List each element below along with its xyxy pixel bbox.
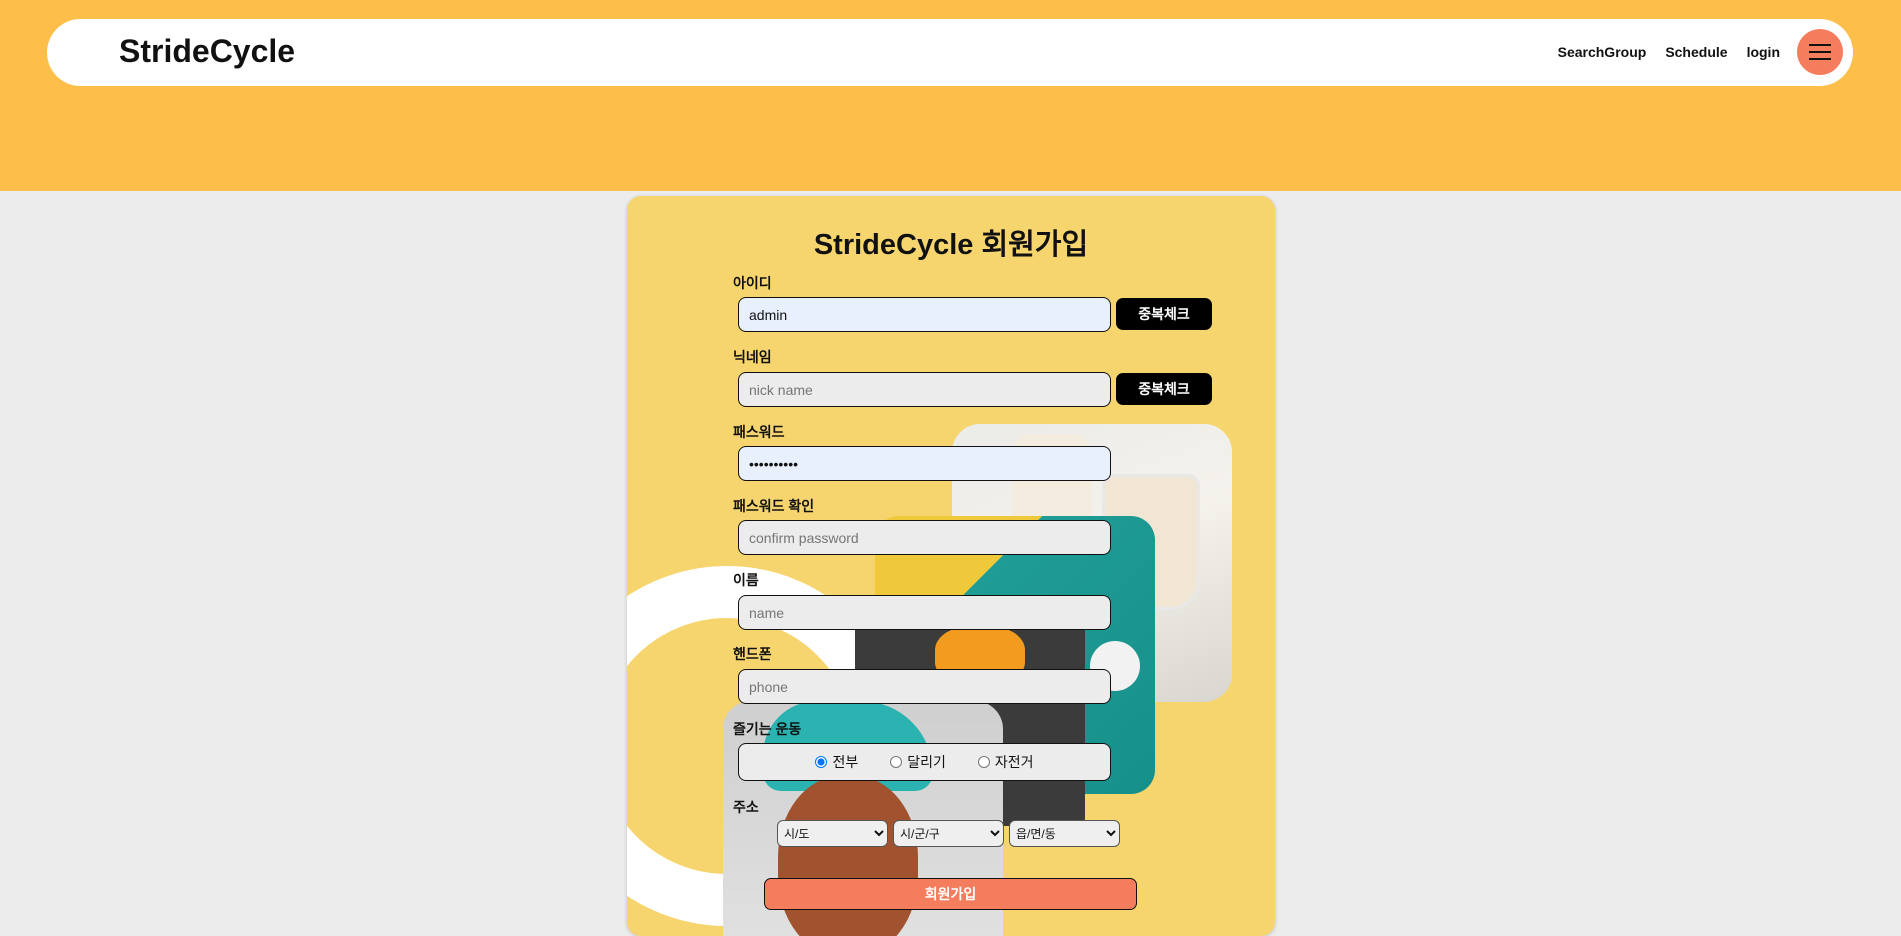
navbar: StrideCycle SearchGroup Schedule login: [47, 19, 1853, 86]
form-title: StrideCycle 회원가입: [813, 229, 1089, 261]
address-selects: 시/도 시/군/구 읍/면/동: [777, 820, 1120, 847]
phone-input[interactable]: [738, 669, 1111, 704]
hamburger-icon: [1809, 44, 1831, 60]
address-label: 주소: [733, 799, 759, 815]
menu-button[interactable]: [1797, 29, 1843, 75]
district-select[interactable]: 읍/면/동: [1009, 820, 1120, 847]
radio-cycling[interactable]: 자전거: [977, 752, 1034, 772]
radio-running-input[interactable]: [890, 756, 903, 768]
id-input[interactable]: [738, 297, 1111, 332]
name-label: 이름: [733, 572, 759, 588]
nickname-input[interactable]: [738, 372, 1111, 407]
nickname-dup-check-button[interactable]: 중복체크: [1116, 373, 1212, 405]
password-input[interactable]: [738, 446, 1111, 481]
radio-running[interactable]: 달리기: [890, 752, 946, 772]
nickname-label: 닉네임: [733, 349, 772, 365]
sport-radio-group: 전부 달리기 자전거: [738, 743, 1111, 781]
password-label: 패스워드: [733, 424, 785, 440]
province-select[interactable]: 시/도: [777, 820, 888, 847]
confirm-password-label: 패스워드 확인: [733, 498, 815, 514]
radio-all-input[interactable]: [815, 756, 828, 768]
nav-search-group[interactable]: SearchGroup: [1558, 44, 1647, 60]
confirm-password-input[interactable]: [738, 520, 1111, 555]
id-dup-check-button[interactable]: 중복체크: [1116, 298, 1212, 330]
signup-submit-button[interactable]: 회원가입: [764, 878, 1137, 910]
nav-links: SearchGroup Schedule login: [1558, 28, 1843, 76]
nav-login[interactable]: login: [1747, 44, 1780, 60]
radio-cycling-input[interactable]: [977, 756, 990, 768]
sport-label: 즐기는 운동: [733, 721, 802, 737]
radio-all[interactable]: 전부: [815, 752, 858, 772]
phone-label: 핸드폰: [733, 646, 772, 662]
brand-logo[interactable]: StrideCycle: [119, 33, 295, 70]
signup-card: StrideCycle 회원가입 아이디 중복체크 닉네임 중복체크 패스워드 …: [627, 196, 1275, 936]
id-label: 아이디: [733, 275, 772, 291]
nav-schedule[interactable]: Schedule: [1665, 44, 1727, 60]
name-input[interactable]: [738, 595, 1111, 630]
city-select[interactable]: 시/군/구: [893, 820, 1004, 847]
